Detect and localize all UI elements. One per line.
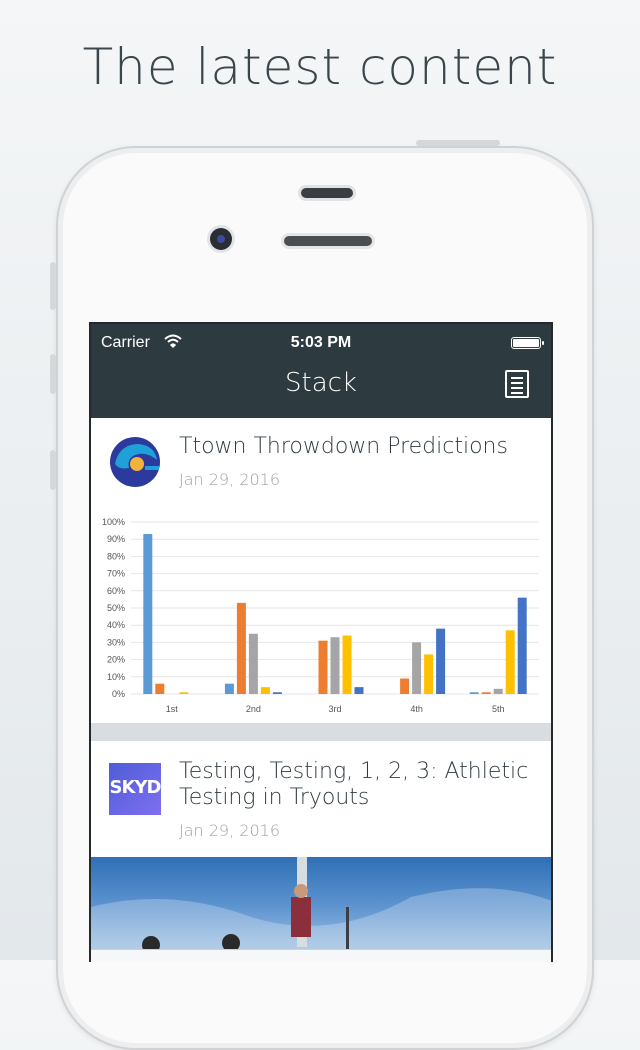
article-title-line: Testing, Testing, 1, 2, 3: Athletic — [179, 759, 529, 784]
chart-bar — [236, 602, 246, 694]
navigation-bar: Carrier 5:03 PM Stack — [91, 324, 551, 418]
front-camera — [210, 228, 232, 250]
chart-bar — [318, 640, 328, 694]
y-tick-label: 40% — [107, 620, 125, 630]
phone-screen: Carrier 5:03 PM Stack Ttown Throwdown Pr… — [89, 322, 553, 962]
chart-bar — [400, 678, 410, 694]
proximity-sensor — [301, 188, 353, 198]
tab-bar[interactable] — [91, 949, 551, 962]
battery-icon — [511, 337, 544, 349]
headline: The latest content — [82, 38, 558, 96]
y-tick-label: 70% — [107, 569, 125, 579]
y-tick-label: 20% — [107, 655, 125, 665]
feed-divider — [91, 723, 551, 741]
content-feed: Ttown Throwdown Predictions Jan 29, 2016… — [91, 418, 551, 714]
chart-bar — [436, 628, 446, 694]
chart-bar — [412, 642, 422, 694]
y-tick-label: 60% — [107, 586, 125, 596]
chart-bar — [224, 683, 234, 694]
chart-bar — [424, 654, 434, 694]
predictions-chart: 0% 10% 20% 30% 40% 50% 60% 70% 80% 90% 100% 1st 2nd 3… — [91, 508, 551, 718]
x-tick-label: 5th — [492, 704, 505, 714]
bar-chart: 0% 10% 20% 30% 40% 50% 60% 70% 80% 90% 100% 1st 2nd 3… — [102, 517, 539, 714]
status-bar: Carrier 5:03 PM — [91, 332, 551, 354]
x-tick-label: 2nd — [246, 704, 261, 714]
skyd-logo: SKYD — [109, 763, 161, 815]
ultimate-frisbee-photo[interactable] — [91, 857, 551, 962]
chart-bar — [342, 635, 352, 694]
chart-bar — [505, 630, 515, 694]
article-title-line: Testing in Tryouts — [179, 785, 370, 810]
chart-bar — [517, 597, 527, 694]
y-tick-label: 0% — [112, 689, 125, 699]
chart-bar — [248, 633, 258, 694]
volume-down-button — [50, 450, 56, 490]
power-button — [416, 140, 500, 146]
article-date: Jan 29, 2016 — [179, 470, 280, 489]
x-tick-label: 1st — [166, 704, 179, 714]
article-date: Jan 29, 2016 — [179, 821, 280, 840]
chart-bar — [155, 683, 165, 694]
chart-bar — [260, 687, 270, 694]
wave-logo-icon — [109, 436, 161, 488]
article-title[interactable]: Testing, Testing, 1, 2, 3: Athletic Test… — [179, 759, 539, 811]
chart-bar — [354, 687, 364, 694]
feed-item[interactable]: Ttown Throwdown Predictions Jan 29, 2016 — [91, 418, 551, 502]
y-tick-label: 30% — [107, 637, 125, 647]
list-icon[interactable] — [505, 370, 529, 398]
chart-bar — [179, 692, 189, 694]
article-title[interactable]: Ttown Throwdown Predictions — [179, 434, 539, 460]
x-tick-label: 4th — [410, 704, 423, 714]
mute-switch — [50, 262, 56, 310]
page-title: Stack — [285, 368, 357, 398]
y-tick-label: 90% — [107, 534, 125, 544]
chart-bar — [330, 637, 340, 694]
chart-bar — [143, 534, 153, 694]
y-tick-label: 50% — [107, 603, 125, 613]
x-tick-label: 3rd — [328, 704, 341, 714]
chart-bar — [469, 692, 479, 694]
y-tick-label: 10% — [107, 672, 125, 682]
y-tick-label: 100% — [102, 517, 125, 527]
chart-bar — [481, 692, 491, 694]
chart-bar — [272, 692, 282, 694]
y-tick-label: 80% — [107, 551, 125, 561]
earpiece-speaker — [284, 236, 372, 246]
status-time: 5:03 PM — [290, 334, 352, 351]
chart-bar — [493, 688, 503, 694]
volume-up-button — [50, 354, 56, 394]
